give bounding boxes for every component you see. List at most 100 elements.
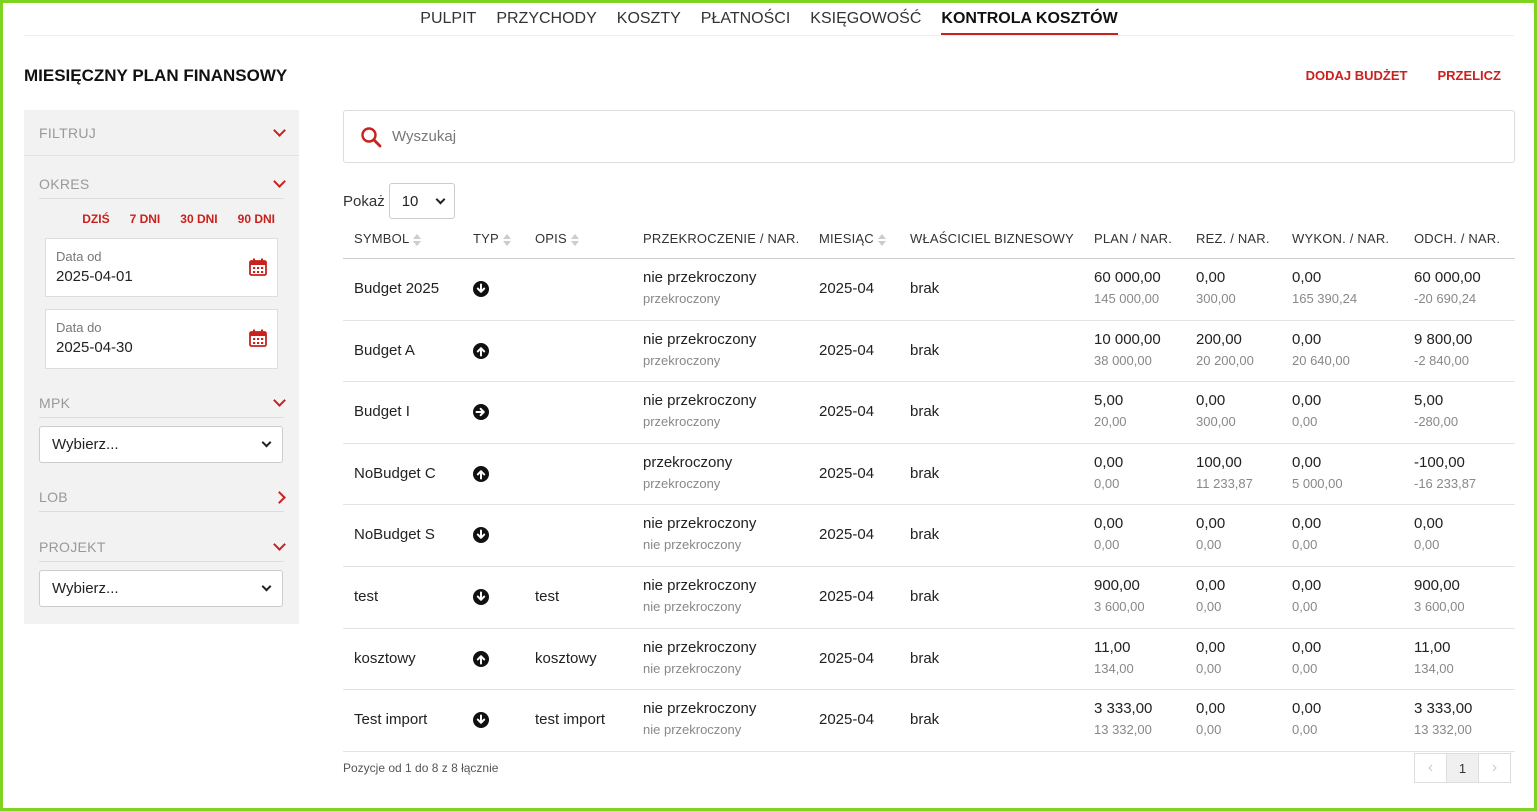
period-section-toggle[interactable]: OKRES <box>39 175 286 199</box>
mpk-select-value: Wybierz... <box>52 436 119 453</box>
over-value: nie przekroczony <box>643 269 757 286</box>
rez-value: 0,00 <box>1196 576 1226 594</box>
over-value: nie przekroczony <box>643 638 757 656</box>
calendar-icon[interactable] <box>249 258 267 276</box>
cell-symbol: test <box>354 587 379 605</box>
date-to-field[interactable]: Data do 2025-04-30 <box>45 309 278 369</box>
col-rez: REZ. / NAR. <box>1196 231 1270 246</box>
cell-month: 2025-04 <box>819 649 875 667</box>
chevron-down-icon <box>273 394 286 407</box>
odch-cumulative: -20 690,24 <box>1414 291 1477 306</box>
sort-icon <box>877 233 886 246</box>
col-month[interactable]: MIESIĄC <box>819 231 886 246</box>
budget-table: SYMBOL TYP OPIS PRZEKROCZENIE / NAR. MIE… <box>343 220 1515 752</box>
plan-value: 5,00 <box>1094 392 1124 410</box>
page-length-select[interactable]: 10 <box>388 183 455 219</box>
quick-range-links: DZIŚ 7 DNI 30 DNI 90 DNI <box>82 212 275 226</box>
odch-value: 9 800,00 <box>1414 330 1473 348</box>
plan-cumulative: 0,00 <box>1094 475 1120 491</box>
recalculate-button[interactable]: PRZELICZ <box>1437 68 1501 83</box>
cell-symbol: Test import <box>354 711 428 729</box>
mpk-section-toggle[interactable]: MPK <box>39 394 286 418</box>
table-row[interactable]: Test import test import nie przekroczony ni… <box>343 690 1515 752</box>
page-length-control: Pokaż 10 <box>343 183 455 219</box>
table-row[interactable]: NoBudget C przekroczony przekroczony 2025-0… <box>343 444 1515 506</box>
nav-przychody[interactable]: PRZYCHODY <box>496 0 596 35</box>
col-symbol[interactable]: SYMBOL <box>354 231 422 246</box>
wyk-cumulative: 0,00 <box>1292 414 1318 430</box>
table-row[interactable]: test test nie przekroczony nie przekroczony… <box>343 567 1515 629</box>
table-row[interactable]: Budget I nie przekroczony przekroczony 2025… <box>343 382 1515 444</box>
arrow-down-circle-icon <box>473 588 489 605</box>
col-desc[interactable]: OPIS <box>535 231 579 246</box>
cell-symbol: NoBudget C <box>354 464 436 482</box>
page-title: MIESIĘCZNY PLAN FINANSOWY <box>24 66 288 85</box>
chevron-right-icon <box>273 490 286 504</box>
range-90-days[interactable]: 90 DNI <box>238 212 275 226</box>
calendar-icon[interactable] <box>249 329 267 347</box>
cell-symbol: Budget I <box>354 403 410 421</box>
project-section-toggle[interactable]: PROJEKT <box>39 538 286 562</box>
cell-month: 2025-04 <box>819 526 875 544</box>
col-type[interactable]: TYP <box>473 231 511 246</box>
date-to-label: Data do <box>56 320 102 335</box>
cell-owner: brak <box>910 587 940 605</box>
table-row[interactable]: NoBudget S nie przekroczony nie przekroczo… <box>343 505 1515 567</box>
odch-cumulative: -2 840,00 <box>1414 352 1469 368</box>
table-row[interactable]: kosztowy kosztowy nie przekroczony nie prze… <box>343 629 1515 691</box>
add-budget-button[interactable]: DODAJ BUDŻET <box>1306 68 1408 83</box>
nav-pulpit[interactable]: PULPIT <box>420 0 476 35</box>
odch-cumulative: -280,00 <box>1414 414 1459 430</box>
over-cumulative: nie przekroczony <box>643 660 742 676</box>
rez-cumulative: 11 233,87 <box>1196 475 1253 491</box>
project-select[interactable]: Wybierz... <box>39 570 283 607</box>
over-cumulative: przekroczony <box>643 291 721 306</box>
col-symbol-label: SYMBOL <box>354 231 410 246</box>
cell-symbol: NoBudget S <box>354 526 435 544</box>
rez-cumulative: 0,00 <box>1196 722 1222 738</box>
search-bar[interactable]: Wyszukaj <box>343 110 1515 163</box>
prev-page-button[interactable]: ‹ <box>1414 753 1447 783</box>
nav-platnosci[interactable]: PŁATNOŚCI <box>701 0 791 35</box>
wyk-cumulative: 20 640,00 <box>1292 352 1350 368</box>
arrow-up-circle-icon <box>473 650 489 667</box>
date-to-value: 2025-04-30 <box>56 339 133 356</box>
cell-owner: brak <box>910 403 940 421</box>
date-from-field[interactable]: Data od 2025-04-01 <box>45 238 278 297</box>
cell-month: 2025-04 <box>819 464 875 482</box>
arrow-down-circle-icon <box>473 281 489 297</box>
nav-kontrola-kosztow[interactable]: KONTROLA KOSZTÓW <box>941 0 1118 35</box>
nav-koszty[interactable]: KOSZTY <box>617 0 681 35</box>
cell-month: 2025-04 <box>819 711 875 729</box>
lob-section-toggle[interactable]: LOB <box>39 489 286 512</box>
range-30-days[interactable]: 30 DNI <box>180 212 217 226</box>
arrow-down-circle-icon <box>473 712 489 729</box>
table-row[interactable]: Budget A nie przekroczony przekroczony 2025… <box>343 321 1515 383</box>
table-row[interactable]: Budget 2025 nie przekroczony przekroczony 2… <box>343 259 1515 321</box>
cell-month: 2025-04 <box>819 587 875 605</box>
plan-cumulative: 38 000,00 <box>1094 352 1152 368</box>
plan-value: 900,00 <box>1094 576 1140 594</box>
arrow-down-circle-icon <box>473 527 489 544</box>
range-today[interactable]: DZIŚ <box>82 212 109 226</box>
wyk-value: 0,00 <box>1292 392 1322 410</box>
search-input[interactable]: Wyszukaj <box>392 128 456 145</box>
col-over: PRZEKROCZENIE / NAR. <box>643 231 800 246</box>
odch-value: 3 333,00 <box>1414 700 1473 718</box>
over-value: nie przekroczony <box>643 330 757 348</box>
plan-cumulative: 134,00 <box>1094 660 1134 676</box>
wyk-cumulative: 5 000,00 <box>1292 475 1343 491</box>
page-1-button[interactable]: 1 <box>1446 753 1479 783</box>
nav-ksiegowosc[interactable]: KSIĘGOWOŚĆ <box>810 0 921 35</box>
filter-toggle[interactable]: FILTRUJ <box>24 110 299 156</box>
mpk-select[interactable]: Wybierz... <box>39 426 283 463</box>
rez-cumulative: 0,00 <box>1196 598 1222 614</box>
next-page-button[interactable]: › <box>1478 753 1511 783</box>
over-value: nie przekroczony <box>643 515 757 533</box>
pagination: ‹ 1 › <box>1414 753 1511 783</box>
range-7-days[interactable]: 7 DNI <box>130 212 161 226</box>
rez-cumulative: 20 200,00 <box>1196 352 1254 368</box>
chevron-down-icon <box>273 175 286 188</box>
cell-desc: test import <box>535 711 606 729</box>
rez-value: 0,00 <box>1196 700 1226 718</box>
